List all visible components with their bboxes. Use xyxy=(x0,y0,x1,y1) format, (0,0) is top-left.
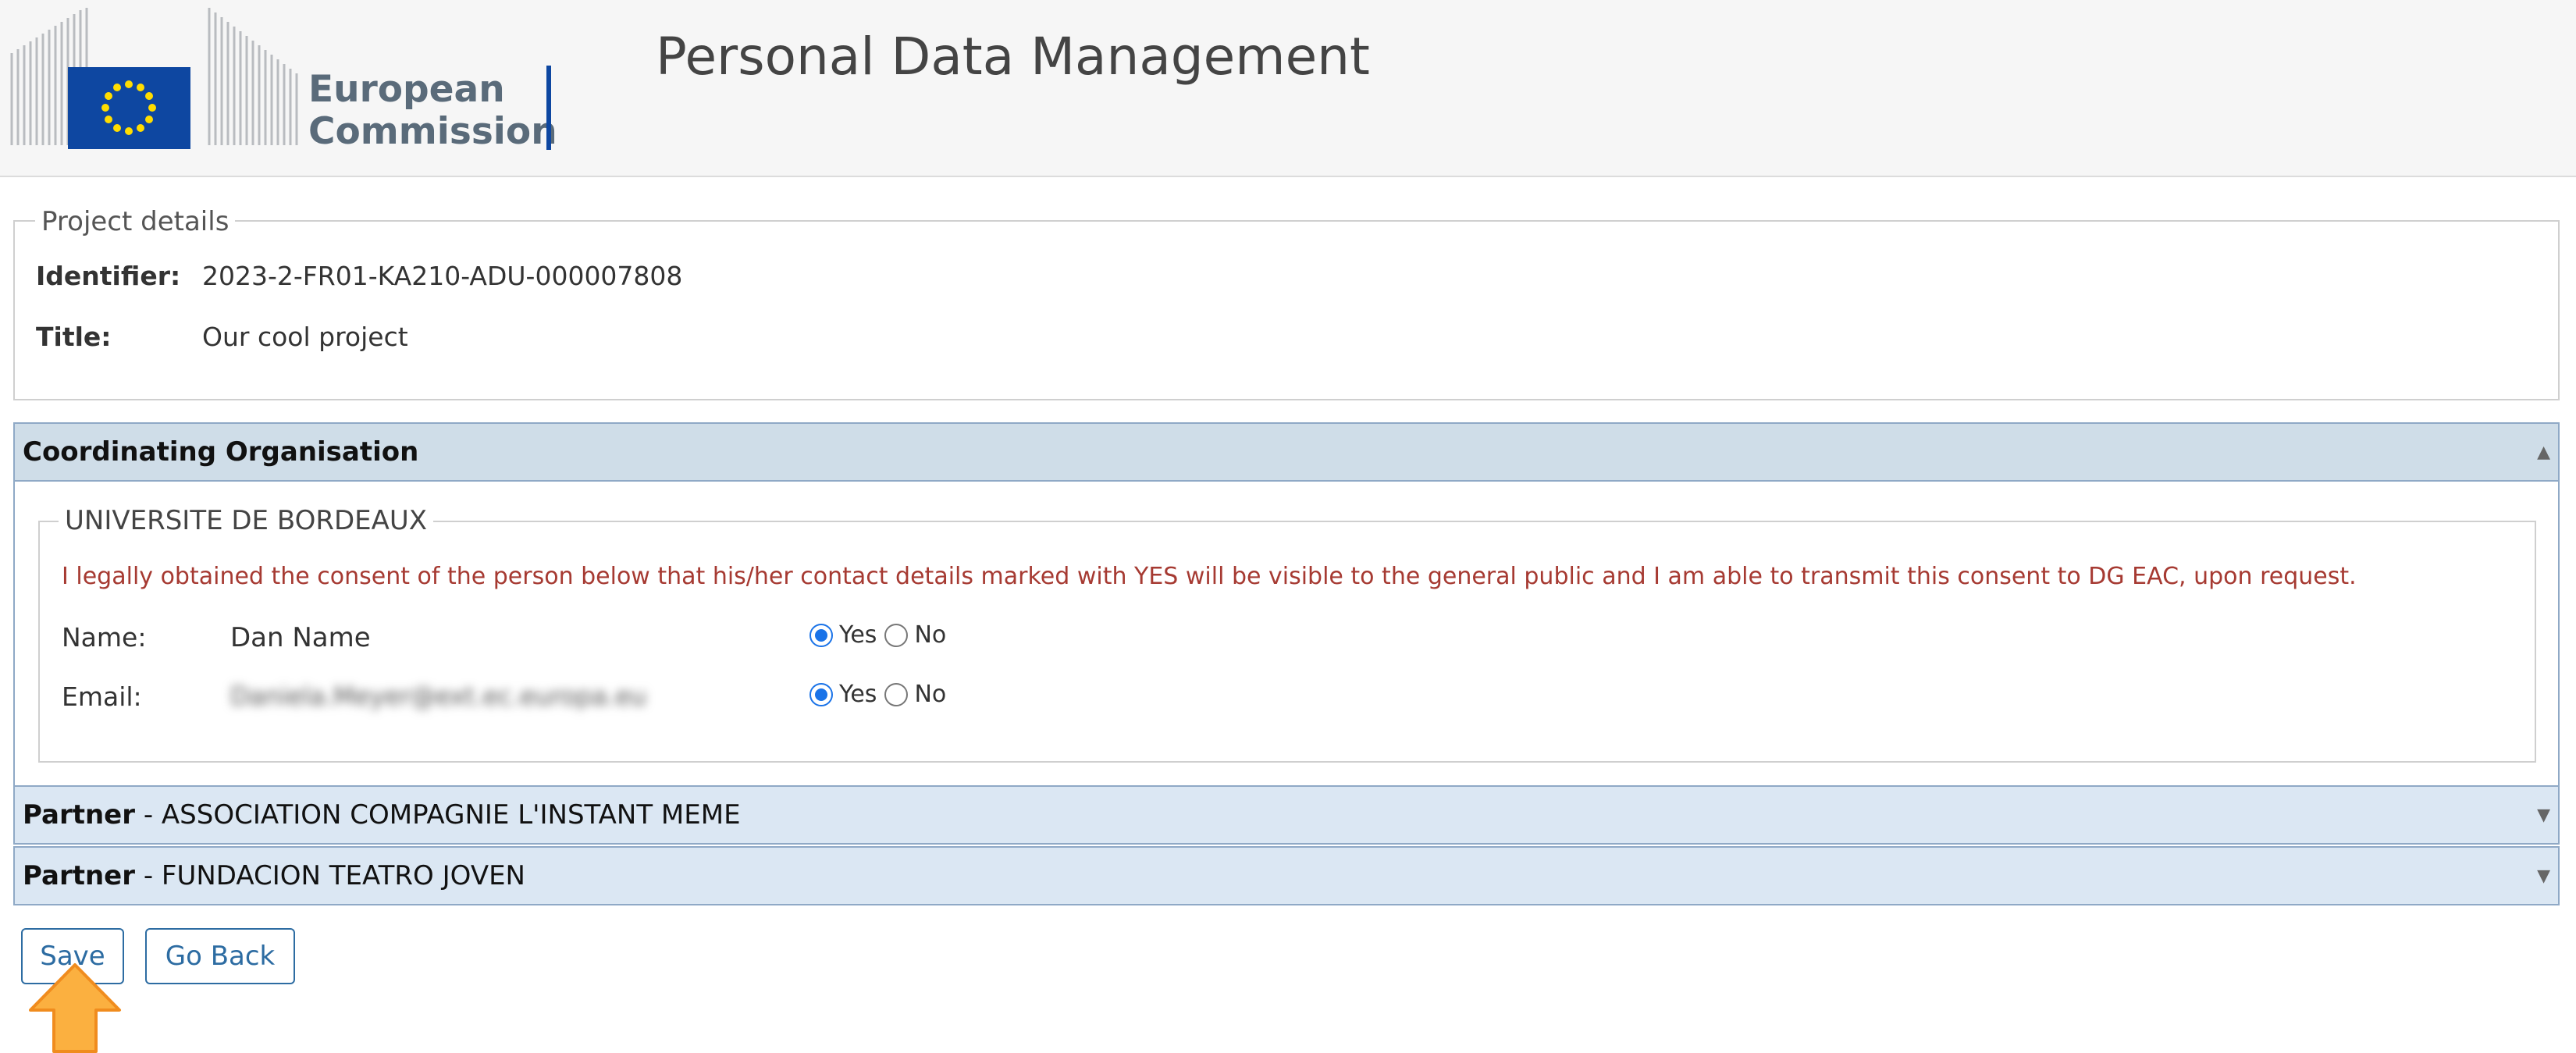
partner-prefix: Partner xyxy=(23,799,136,831)
accordion-body-coordinating: UNIVERSITE DE BORDEAUX I legally obtaine… xyxy=(13,482,2560,785)
consent-notice: I legally obtained the consent of the pe… xyxy=(62,563,2357,590)
name-yes-label: Yes xyxy=(839,621,877,649)
accordion-title: Coordinating Organisation xyxy=(23,436,419,468)
name-visibility-radios: Yes No xyxy=(809,621,954,649)
partner-name: - ASSOCIATION COMPAGNIE L'INSTANT MEME xyxy=(135,799,741,831)
name-label: Name: xyxy=(62,622,147,653)
accordion-partner-2[interactable]: Partner - FUNDACION TEATRO JOVEN ▼ xyxy=(13,846,2560,905)
email-yes-radio[interactable] xyxy=(809,682,833,706)
email-visibility-radios: Yes No xyxy=(809,681,954,708)
arrow-up-icon xyxy=(29,963,121,1053)
triangle-down-icon: ▼ xyxy=(2537,806,2550,825)
logo-divider xyxy=(546,66,551,150)
accordion-coordinating-organisation[interactable]: Coordinating Organisation ▲ xyxy=(13,422,2560,482)
project-details-fieldset: Project details Identifier: 2023-2-FR01-… xyxy=(13,206,2560,400)
email-label: Email: xyxy=(62,681,142,712)
page-title: Personal Data Management xyxy=(656,27,1370,87)
triangle-down-icon: ▼ xyxy=(2537,866,2550,886)
triangle-up-icon: ▲ xyxy=(2537,443,2550,462)
name-no-radio[interactable] xyxy=(884,623,909,647)
logo-wordmark: European Commission xyxy=(308,68,557,153)
email-yes-label: Yes xyxy=(839,681,877,708)
name-value: Dan Name xyxy=(230,622,371,653)
accordion-partner-1[interactable]: Partner - ASSOCIATION COMPAGNIE L'INSTAN… xyxy=(13,785,2560,845)
name-no-label: No xyxy=(914,621,947,649)
organisation-fieldset: UNIVERSITE DE BORDEAUX I legally obtaine… xyxy=(38,505,2536,763)
identifier-value: 2023-2-FR01-KA210-ADU-000007808 xyxy=(202,261,683,291)
title-value: Our cool project xyxy=(202,322,408,352)
project-details-legend: Project details xyxy=(35,206,236,237)
organisation-name: UNIVERSITE DE BORDEAUX xyxy=(59,505,434,536)
email-no-radio[interactable] xyxy=(884,682,909,706)
go-back-button[interactable]: Go Back xyxy=(145,928,295,984)
name-yes-radio[interactable] xyxy=(809,623,833,647)
title-label: Title: xyxy=(36,322,112,352)
partner-prefix: Partner xyxy=(23,860,136,891)
email-value: Daniela.Meyer@ext.ec.europa.eu xyxy=(230,681,647,711)
partner-name: - FUNDACION TEATRO JOVEN xyxy=(135,860,525,891)
email-no-label: No xyxy=(914,681,947,708)
page-header: European Commission Personal Data Manage… xyxy=(0,0,2576,177)
identifier-label: Identifier: xyxy=(36,261,181,291)
